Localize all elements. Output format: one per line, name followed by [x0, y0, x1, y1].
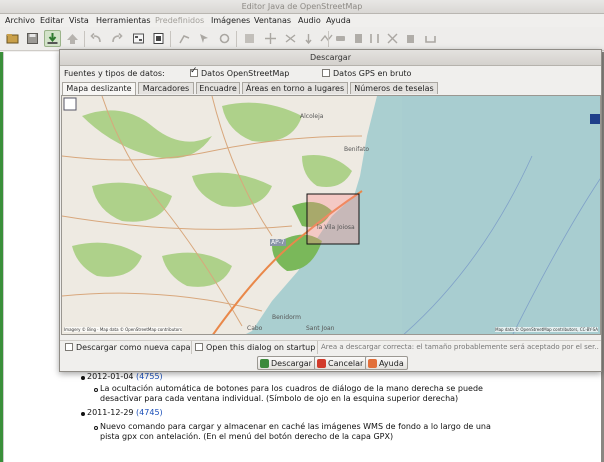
toolbar-separator [236, 31, 237, 47]
sources-label: Fuentes y tipos de datos: [64, 69, 165, 78]
help-button[interactable]: Ayuda [365, 356, 408, 370]
sub-bullet [94, 426, 98, 430]
move-icon[interactable] [262, 30, 279, 47]
window-title: Editor Java de OpenStreetMap [241, 2, 363, 11]
reverse-icon[interactable] [384, 30, 401, 47]
building-icon[interactable] [350, 30, 367, 47]
toolbar-separator [84, 31, 85, 47]
entry-2-date: 2011-12-29 [87, 408, 134, 417]
cancel-icon [317, 358, 326, 368]
entry-1-header: 2012-01-04 (4755) [87, 372, 163, 381]
menu-vista[interactable]: Vista [69, 16, 89, 25]
map-attribution-left[interactable]: Imagery © Bing · Map data © OpenStreetMa… [64, 327, 182, 332]
help-button-label: Ayuda [379, 358, 404, 368]
download-icon[interactable] [44, 30, 61, 47]
download-button[interactable]: Descargar [257, 356, 316, 370]
zoom-icon[interactable] [241, 30, 258, 47]
new-layer-label: Descargar como nueva capa [76, 343, 191, 352]
toolbar-separator [328, 31, 329, 47]
car-icon[interactable] [332, 30, 349, 47]
entry-2-line1: Nuevo comando para cargar y almacenar en… [100, 422, 491, 431]
download-button-label: Descargar [271, 358, 312, 368]
align-icon[interactable] [366, 30, 383, 47]
options-separator [317, 341, 318, 354]
entry-bullet [81, 376, 85, 380]
select-icon[interactable] [196, 30, 213, 47]
slippy-map[interactable]: Alcoleja Benifato la Vila Joiosa AP-7 Be… [61, 95, 601, 335]
entry-2-line2: pista gpx con antelación. (En el menú de… [100, 432, 394, 441]
menu-editar[interactable]: Editar [40, 16, 64, 25]
menu-ayuda[interactable]: Ayuda [326, 16, 351, 25]
toolbar [0, 27, 604, 51]
osm-data-label: Datos OpenStreetMap [201, 69, 290, 78]
delete-icon[interactable] [402, 30, 419, 47]
place-label: la Vila Joiosa [317, 224, 355, 231]
selection-rectangle[interactable] [306, 193, 360, 245]
menu-bar: Archivo Editar Vista Herramientas Predef… [0, 14, 604, 27]
entry-1-date: 2012-01-04 [87, 372, 134, 381]
entry-2-link[interactable]: (4745) [136, 408, 163, 417]
place-label: Benifato [344, 146, 370, 153]
fullscreen-icon[interactable] [63, 97, 77, 111]
undo-icon[interactable] [88, 30, 105, 47]
menu-archivo[interactable]: Archivo [5, 16, 35, 25]
tab-slippy-map[interactable]: Mapa deslizante [62, 82, 136, 95]
tab-bounding-box[interactable]: Encuadre [196, 82, 240, 94]
menu-audio[interactable]: Audio [298, 16, 321, 25]
tab-places[interactable]: Áreas en torno a lugares [242, 82, 348, 94]
preferences-icon[interactable] [130, 30, 147, 47]
osm-data-checkbox[interactable] [190, 66, 198, 77]
toolbar-separator [170, 31, 171, 47]
new-layer-checkbox[interactable] [65, 343, 73, 351]
split-icon[interactable] [300, 30, 317, 47]
dialog-title: Descargar [60, 50, 601, 66]
download-icon [260, 358, 269, 368]
entry-1-line2: desactivar para cada ventana individual.… [100, 394, 459, 403]
place-label: Benidorm [272, 314, 301, 321]
menu-herramientas[interactable]: Herramientas [96, 16, 151, 25]
paste-icon[interactable] [150, 30, 167, 47]
place-label: Alcoleja [300, 113, 324, 120]
download-status-text: Área a descargar correcta: el tamaño pro… [321, 343, 599, 351]
menu-imagenes[interactable]: Imágenes [211, 16, 250, 25]
help-icon [368, 358, 377, 368]
redo-icon[interactable] [108, 30, 125, 47]
cancel-button-label: Cancelar [328, 358, 364, 368]
entry-2-header: 2011-12-29 (4745) [87, 408, 163, 417]
tab-tile-numbers[interactable]: Números de teselas [350, 82, 438, 94]
road-label: AP-7 [270, 239, 286, 246]
orthogonalize-icon[interactable] [422, 30, 439, 47]
place-label: Cabo [247, 325, 263, 332]
sea-area [402, 96, 600, 334]
save-icon[interactable] [24, 30, 41, 47]
draw-icon[interactable] [176, 30, 193, 47]
download-dialog: Descargar Fuentes y tipos de datos: Dato… [59, 49, 602, 372]
startup-checkbox[interactable] [195, 343, 203, 351]
gps-data-label: Datos GPS en bruto [333, 69, 412, 78]
options-separator [191, 341, 192, 354]
entry-1-line1: La ocultación automática de botones para… [100, 384, 483, 393]
sub-bullet [94, 388, 98, 392]
entry-bullet [81, 412, 85, 416]
entry-1-link[interactable]: (4755) [136, 372, 163, 381]
map-attribution-right[interactable]: Map data © OpenStreetMap contributors, C… [495, 327, 598, 332]
menu-ventanas[interactable]: Ventanas [254, 16, 291, 25]
open-file-icon[interactable] [4, 30, 21, 47]
place-label: Sant Joan [306, 325, 335, 332]
layer-switch-icon[interactable] [590, 114, 601, 124]
gps-data-checkbox[interactable] [322, 69, 330, 77]
menu-predefinidos[interactable]: Predefinidos [155, 16, 204, 25]
upload-icon[interactable] [64, 30, 81, 47]
cancel-button[interactable]: Cancelar [314, 356, 368, 370]
startup-label: Open this dialog on startup [206, 343, 316, 352]
rotate-icon[interactable] [282, 30, 299, 47]
tab-bookmarks[interactable]: Marcadores [138, 82, 194, 94]
refresh-icon[interactable] [216, 30, 233, 47]
map-canvas[interactable] [62, 96, 601, 335]
window-title-bar: Editor Java de OpenStreetMap [0, 0, 604, 14]
